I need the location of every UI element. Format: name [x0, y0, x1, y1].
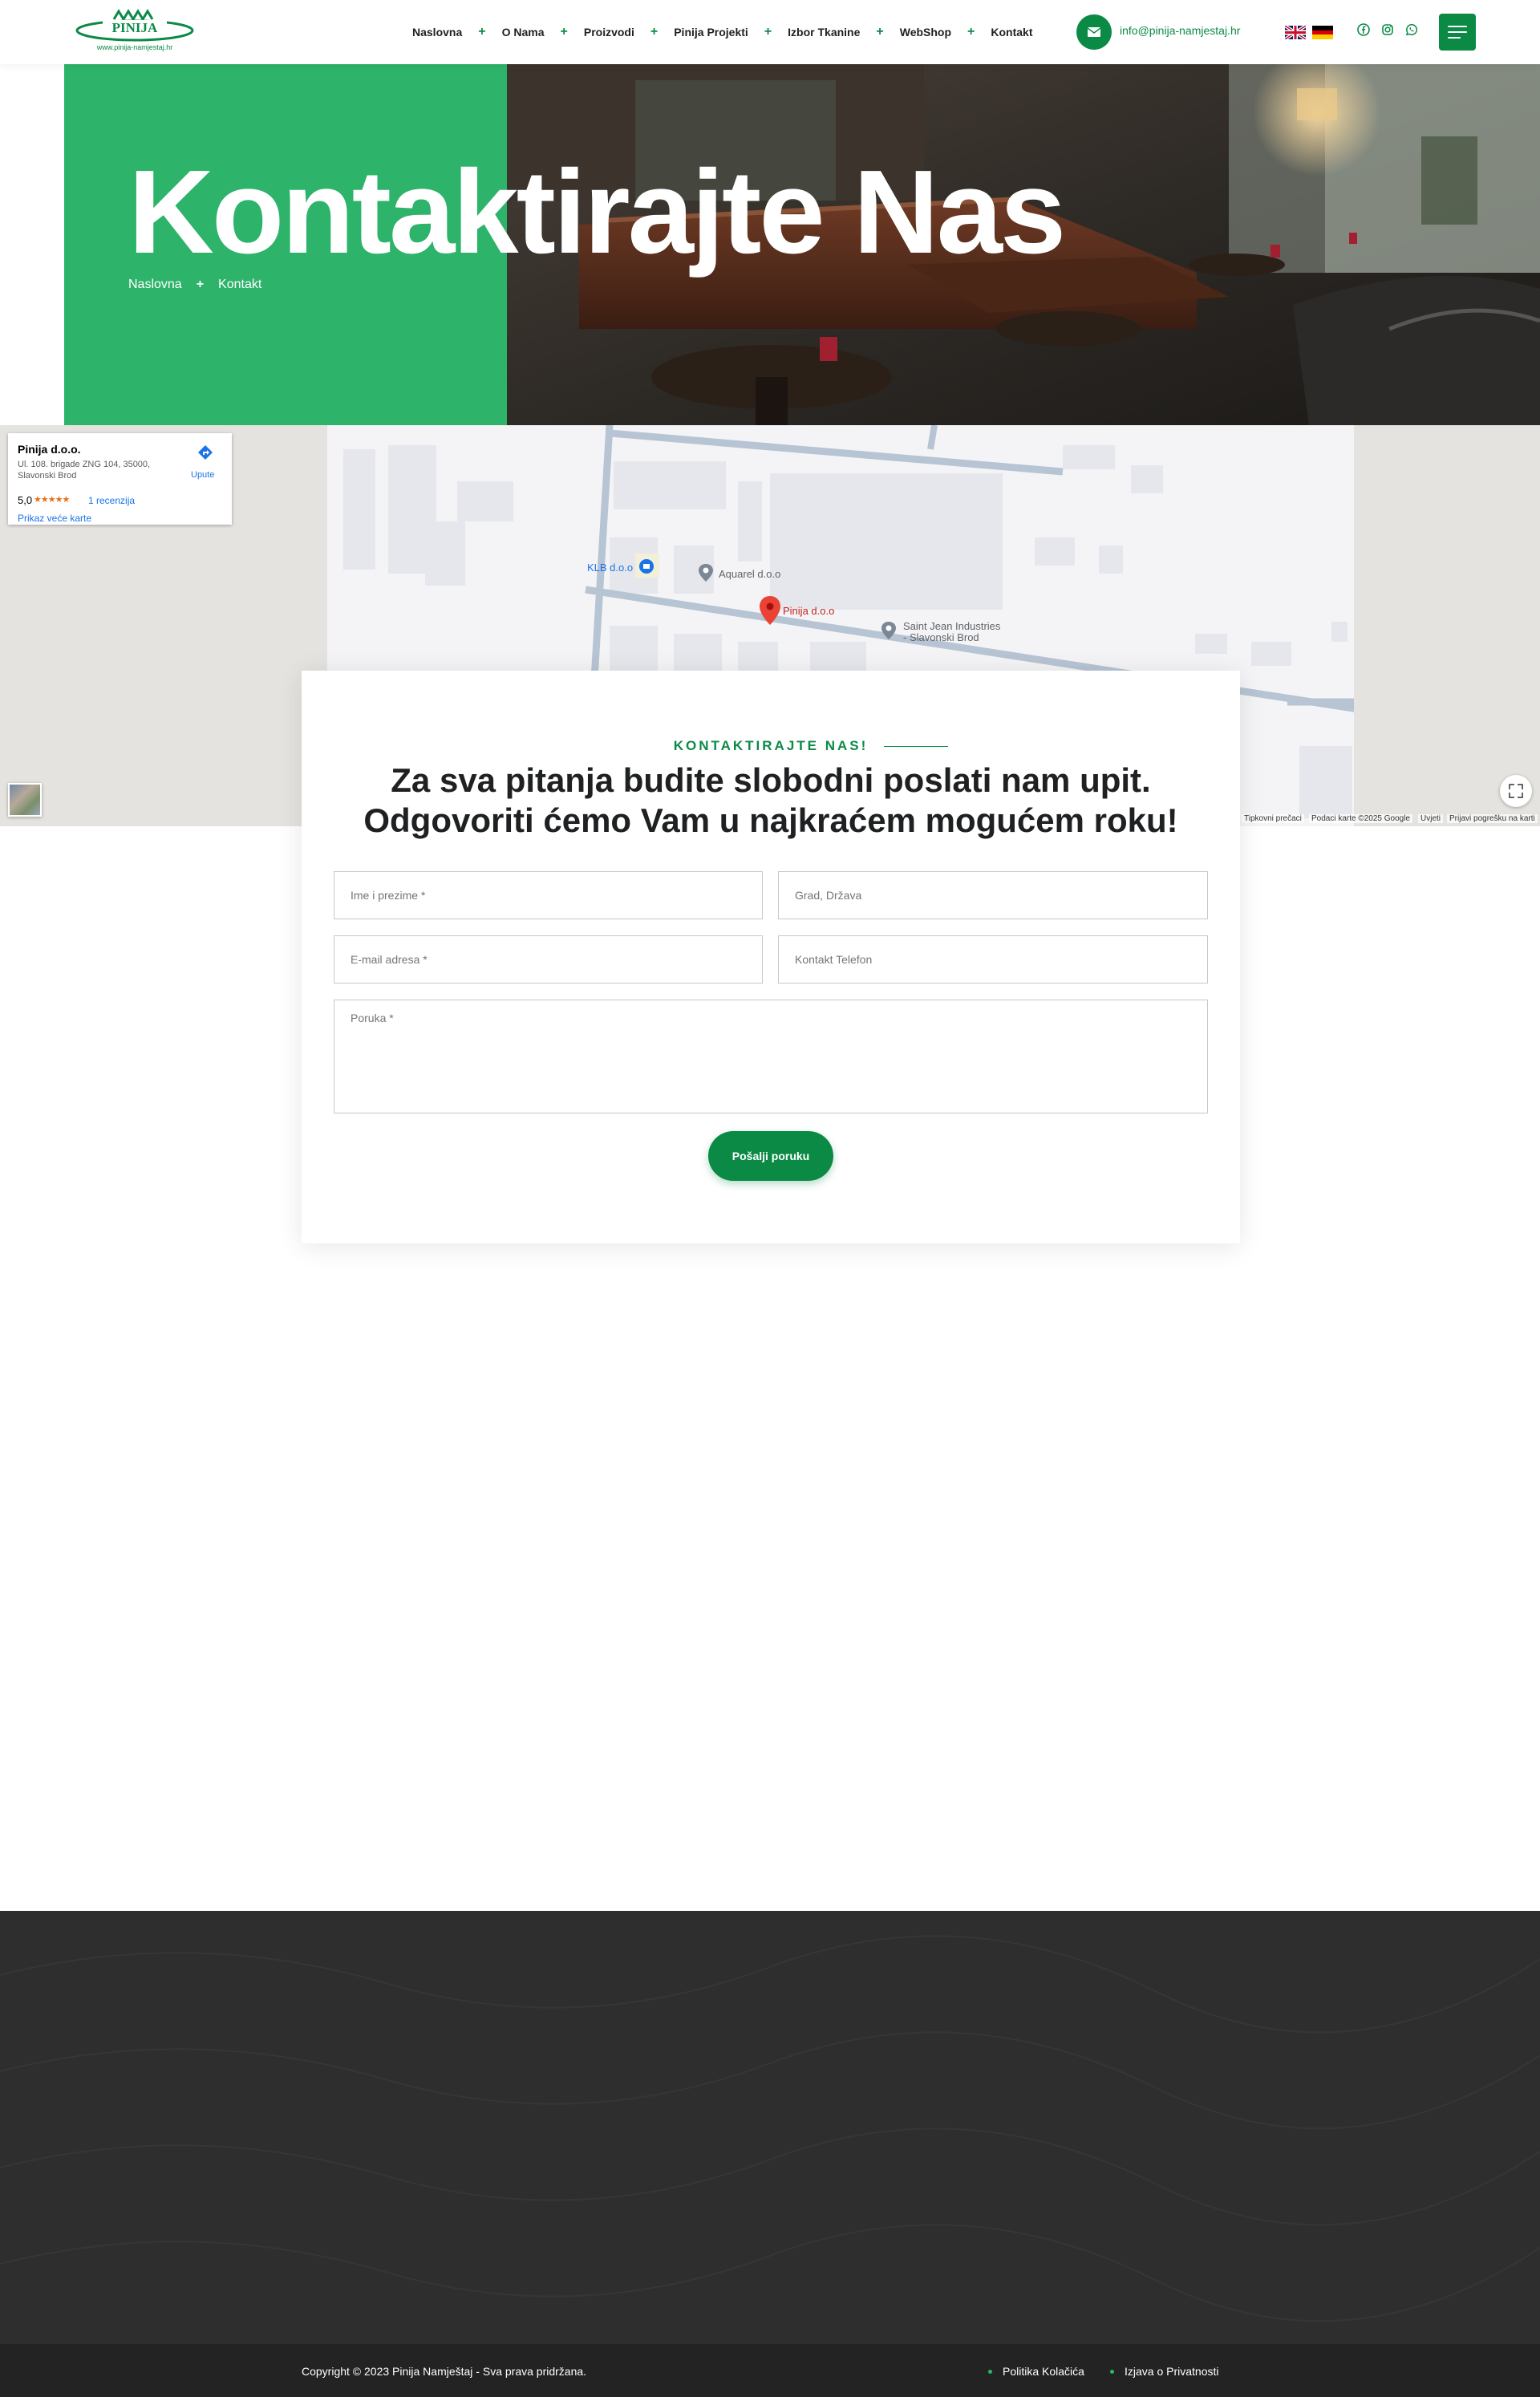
map-place-card: Pinija d.o.o. Ul. 108. brigade ZNG 104, … [8, 433, 232, 525]
phone-field[interactable] [778, 935, 1208, 984]
breadcrumb-home-link[interactable]: Naslovna [128, 278, 182, 292]
place-pin-icon[interactable] [881, 621, 897, 640]
contact-form-card: KONTAKTIRAJTE NAS! Za sva pitanja budite… [302, 671, 1240, 1243]
menu-line [1448, 31, 1467, 33]
privacy-statement-link[interactable]: Izjava o Privatnosti [1125, 2365, 1219, 2378]
map-terms-link[interactable]: Uvjeti [1418, 814, 1444, 823]
logo-text: PINIJA [112, 20, 158, 35]
map-marker-icon[interactable] [759, 595, 781, 626]
copyright-text: Copyright © 2023 Pinija Namještaj - Sva … [302, 2365, 587, 2378]
map-poi-klb[interactable]: KLB d.o.o [587, 562, 633, 574]
footer-pattern [0, 1935, 1540, 2322]
instagram-icon[interactable] [1381, 23, 1394, 36]
map-poi-aquarel[interactable]: Aquarel d.o.o [719, 568, 780, 580]
nav-item-kontakt[interactable]: Kontakt [991, 26, 1032, 39]
rating-stars-icon: ★★★★★ [34, 495, 70, 505]
place-reviews-link[interactable]: 1 recenzija [88, 495, 135, 506]
footer-link-bullet [988, 2370, 992, 2374]
directions-icon[interactable] [197, 444, 213, 460]
breadcrumb-current: Kontakt [218, 278, 262, 291]
map-poi-pinija[interactable]: Pinija d.o.o [783, 605, 834, 617]
email-link[interactable]: info@pinija-namjestaj.hr [1120, 24, 1240, 37]
page-title: Kontaktirajte Nas [128, 146, 1066, 278]
fullscreen-icon [1509, 784, 1523, 798]
keyboard-shortcuts-link[interactable]: Tipkovni prečaci [1242, 814, 1304, 823]
facebook-icon[interactable] [1357, 23, 1370, 36]
nav-item-naslovna[interactable]: Naslovna [412, 26, 462, 39]
copyright-bar: Copyright © 2023 Pinija Namještaj - Sva … [0, 2344, 1540, 2397]
send-message-button[interactable]: Pošalji poruku [708, 1131, 833, 1181]
nav-item-proizvodi[interactable]: Proizvodi [584, 26, 634, 39]
breadcrumb: Naslovna + Kontakt [128, 278, 261, 292]
message-field[interactable] [334, 1000, 1208, 1113]
nav-item-webshop[interactable]: WebShop [900, 26, 951, 39]
whatsapp-icon[interactable] [1405, 23, 1418, 36]
email-button[interactable] [1076, 14, 1112, 50]
menu-line [1448, 37, 1461, 39]
breadcrumb-separator: + [196, 278, 205, 291]
place-pin-icon[interactable] [698, 563, 714, 582]
main-nav: Naslovna + O Nama + Proizvodi + Pinija P… [412, 0, 1033, 64]
nav-separator: + [478, 25, 486, 39]
directions-link[interactable]: Upute [191, 470, 214, 480]
view-larger-map-link[interactable]: Prikaz veće karte [18, 513, 91, 524]
shop-pin-icon[interactable] [638, 558, 654, 574]
form-heading-line1: Za sva pitanja budite slobodni poslati n… [391, 761, 1151, 799]
site-footer [0, 1911, 1540, 2344]
form-eyebrow: KONTAKTIRAJTE NAS! [673, 738, 869, 753]
nav-separator: + [560, 25, 568, 39]
page-hero: Kontaktirajte Nas Naslovna + Kontakt [64, 64, 1540, 425]
footer-link-bullet [1110, 2370, 1114, 2374]
satellite-toggle-button[interactable] [8, 783, 42, 817]
logo-mark: PINIJA [75, 9, 194, 42]
city-country-field[interactable] [778, 871, 1208, 919]
nav-item-pinija-projekti[interactable]: Pinija Projekti [674, 26, 748, 39]
envelope-icon [1088, 27, 1100, 37]
map-poi-saint-jean-line1: Saint Jean Industries [903, 620, 1001, 632]
menu-line [1448, 26, 1467, 27]
nav-separator: + [650, 25, 659, 39]
map-data-credit: Podaci karte ©2025 Google [1309, 814, 1413, 823]
site-logo[interactable]: PINIJA www.pinija-namjestaj.hr [74, 8, 196, 56]
nav-separator: + [967, 25, 975, 39]
place-address: Ul. 108. brigade ZNG 104, 35000, Slavons… [18, 460, 151, 481]
eyebrow-divider [884, 746, 948, 747]
form-heading: Za sva pitanja budite slobodni poslati n… [302, 760, 1240, 841]
nav-item-izbor-tkanine[interactable]: Izbor Tkanine [788, 26, 860, 39]
logo-url-text: www.pinija-namjestaj.hr [96, 43, 173, 51]
name-field[interactable] [334, 871, 763, 919]
map-poi-saint-jean[interactable]: Saint Jean Industries - Slavonski Brod [903, 621, 1000, 643]
place-title: Pinija d.o.o. [18, 443, 81, 456]
nav-separator: + [876, 25, 884, 39]
form-heading-line2: Odgovoriti ćemo Vam u najkraćem mogućem … [363, 801, 1178, 839]
nav-item-o-nama[interactable]: O Nama [502, 26, 545, 39]
map-poi-saint-jean-line2: - Slavonski Brod [903, 631, 979, 643]
place-rating: 5,0 [18, 494, 33, 506]
cookie-policy-link[interactable]: Politika Kolačića [1003, 2365, 1084, 2378]
german-flag-icon[interactable] [1312, 26, 1333, 39]
uk-flag-icon[interactable] [1283, 24, 1307, 41]
fullscreen-button[interactable] [1500, 775, 1532, 807]
report-map-error-link[interactable]: Prijavi pogrešku na karti [1447, 814, 1538, 823]
email-field[interactable] [334, 935, 763, 984]
hamburger-menu-button[interactable] [1439, 14, 1476, 51]
nav-separator: + [764, 25, 772, 39]
site-header: PINIJA www.pinija-namjestaj.hr Naslovna … [0, 0, 1540, 64]
